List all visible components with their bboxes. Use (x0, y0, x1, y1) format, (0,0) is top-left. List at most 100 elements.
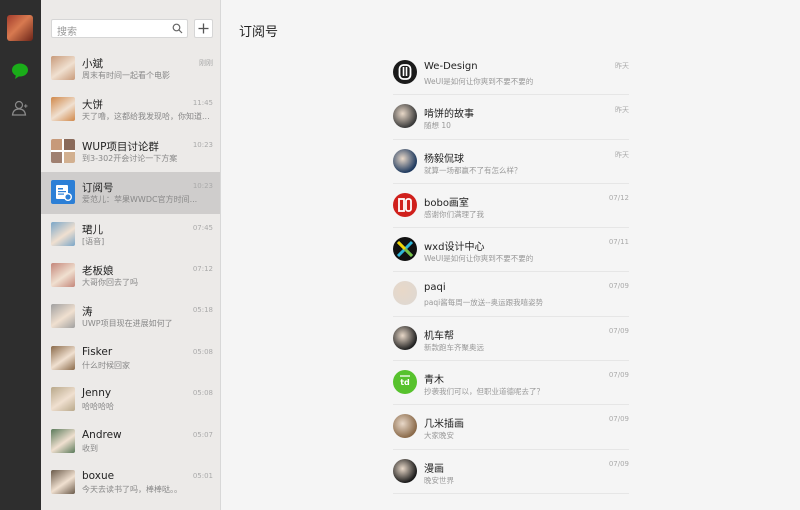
chat-list-item[interactable]: Andrew 收到 05:07 (41, 421, 220, 462)
subscription-preview: 感谢你们满理了我 (424, 209, 484, 219)
chat-list-item[interactable]: WUP项目讨论群 到3-302开会讨论一下方案 10:23 (41, 131, 220, 172)
subscription-time: 07/09 (608, 459, 629, 468)
bobo-logo (393, 192, 417, 217)
chat-time: 07:12 (192, 264, 213, 273)
chat-preview: 天了噜，这都给我发现哈，你知道... (82, 112, 210, 122)
subscription-name: 啃饼的故事 (424, 109, 474, 121)
my-avatar[interactable] (7, 15, 33, 41)
chat-list-item[interactable]: 大饼 天了噜，这都给我发现哈，你知道... 11:45 (41, 89, 220, 130)
td-logo: td (393, 370, 417, 395)
chat-preview: 今天去读书了吗，棒棒哒。。 (82, 484, 182, 494)
chat-list-item[interactable]: 涛 UWP项目现在进展如何了 05:18 (41, 296, 220, 337)
chat-list: 小斌 周末有时间一起看个电影 刚刚大饼 天了噜，这都给我发现哈，你知道... 11:45… (41, 48, 220, 503)
chat-preview: 大哥你回去了吗 (82, 277, 138, 287)
subscription-item[interactable]: bobo画室 感谢你们满理了我 07/12 (393, 184, 629, 229)
add-button[interactable] (194, 19, 213, 38)
plus-icon (198, 23, 209, 34)
chat-icon[interactable] (11, 62, 29, 80)
chat-name: 珺儿 (82, 223, 103, 236)
chat-name: Andrew (82, 428, 122, 441)
chat-list-panel: 小斌周末有时间一起看个电影 刚刚大饼天了噜，这都给我发现哈，你知道... 11:45… (41, 0, 221, 510)
subscription-preview: WeUI是如何让你爽到不要不要的 (424, 77, 534, 86)
subscription-name: 青木 (424, 375, 444, 387)
subscription-item[interactable]: 漫画 晚安世界 07/09 (393, 450, 629, 494)
chat-time: 05:08 (192, 347, 213, 356)
svg-text:td: td (400, 378, 410, 387)
page-title: 订阅号 (239, 25, 279, 40)
subscription-item[interactable]: 几米插画 大家晚安 07/09 (393, 405, 629, 450)
subscription-preview: 大家晚安 (424, 431, 454, 441)
chat-name: 小斌 (82, 58, 103, 70)
subscription-time: 07/09 (608, 371, 629, 380)
chat-time: 10:23 (192, 140, 213, 149)
chat-preview: 周末有时间一起看个电影 (82, 71, 170, 80)
chat-time: 07:45 (192, 223, 213, 232)
chat-preview: 爱范儿：苹果WWDC官方时间... (82, 195, 198, 205)
chat-avatar (51, 262, 75, 287)
chat-list-item[interactable]: boxue 今天去读书了吗，棒棒哒。。 05:01 (41, 462, 220, 503)
subscription-item[interactable]: We-Design WeUI是如何让你爽到不要不要的 昨天 (393, 51, 629, 96)
chat-name: WUP项目讨论群 (82, 140, 159, 153)
subscription-time: 昨天 (615, 106, 629, 115)
subscription-name: 机车帮 (424, 330, 454, 342)
chat-time: 05:01 (192, 471, 213, 480)
subscription-preview: WeUI是如何让你爽到不要不要的 (424, 254, 534, 264)
chat-list-item[interactable]: 订阅号 爱范儿：苹果WWDC官方时间... 10:23 (41, 172, 220, 214)
subscription-item[interactable]: 啃饼的故事 随想 10 昨天 (393, 95, 629, 140)
subscription-time: 昨天 (615, 62, 629, 70)
subscription-name: We-Design (424, 61, 478, 72)
search-icon[interactable] (172, 23, 183, 34)
subscription-item[interactable]: td 青木 抄袭我们可以，但职业道德呢去了？ 07/09 (393, 361, 629, 406)
chat-avatar (51, 221, 75, 246)
subscription-item[interactable]: wxd设计中心 WeUI是如何让你爽到不要不要的 07/11 (393, 228, 629, 273)
chat-name: 涛 (82, 306, 93, 319)
chat-avatar (51, 469, 75, 494)
account-avatar (393, 148, 417, 173)
account-avatar (393, 281, 417, 306)
account-avatar (393, 458, 417, 483)
chat-name: 订阅号 (82, 182, 114, 195)
contacts-icon[interactable] (11, 99, 29, 117)
chat-time: 05:08 (192, 389, 213, 398)
chat-list-item[interactable]: 老板娘 大哥你回去了吗 07:12 (41, 255, 220, 296)
chat-list-item[interactable]: 小斌 周末有时间一起看个电影 刚刚 (41, 48, 220, 89)
chat-name: boxue (82, 469, 115, 482)
chat-time: 10:23 (192, 182, 213, 191)
chat-preview: 收到 (82, 443, 98, 453)
subscription-name: paqi (424, 282, 446, 294)
subscription-preview: 随想 10 (424, 121, 451, 131)
chat-avatar (51, 345, 75, 370)
nav-rail (0, 0, 41, 510)
chat-avatar (51, 428, 75, 453)
chat-avatar (51, 387, 75, 412)
subscription-preview: paqi酱每周一放送--奥运跟我嘻姿势 (424, 298, 544, 308)
subscription-name: 几米插画 (424, 419, 464, 431)
search-input[interactable] (52, 24, 164, 41)
chat-name: 老板娘 (82, 264, 114, 277)
wxd-logo (393, 237, 417, 262)
chat-avatar (51, 97, 75, 122)
subscription-preview: 晚安世界 (424, 475, 454, 485)
chat-avatar (51, 56, 75, 80)
subscription-preview: 抄袭我们可以，但职业道德呢去了？ (424, 387, 544, 397)
subscription-name: wxd设计中心 (424, 242, 485, 254)
subscription-item[interactable]: 杨毅侃球 就算一场都赢不了有怎么样？ 昨天 (393, 140, 629, 184)
chat-preview: 什么时候回家 (82, 360, 130, 370)
chat-name: Fisker (82, 345, 113, 358)
chat-preview: [语音] (82, 236, 105, 246)
subscription-panel: 订阅号 We-Design WeUI是如何让你爽到不要不要的 昨天 啃饼的故事 随想 1… (221, 0, 800, 510)
subscription-list: We-Design WeUI是如何让你爽到不要不要的 昨天 啃饼的故事 随想 10 昨天杨… (393, 51, 629, 494)
chat-list-item[interactable]: Fisker 什么时候回家 05:08 (41, 338, 220, 379)
chat-time: 11:45 (192, 99, 213, 108)
chat-name: 大饼 (82, 99, 103, 112)
chat-list-item[interactable]: Jenny 哈哈哈哈 05:08 (41, 379, 220, 420)
subscription-item[interactable]: 机车帮 新款跑车齐聚奥远 07/09 (393, 317, 629, 362)
subscription-name: 杨毅侃球 (424, 153, 464, 165)
chat-name: Jenny (82, 387, 112, 400)
chat-list-item[interactable]: 珺儿 [语音] 07:45 (41, 214, 220, 255)
subscription-item[interactable]: paqi paqi酱每周一放送--奥运跟我嘻姿势 07/09 (393, 272, 629, 317)
account-avatar (393, 104, 417, 129)
chat-avatar (51, 138, 75, 163)
subscription-name: 漫画 (424, 463, 444, 475)
chat-time: 05:07 (192, 430, 213, 439)
